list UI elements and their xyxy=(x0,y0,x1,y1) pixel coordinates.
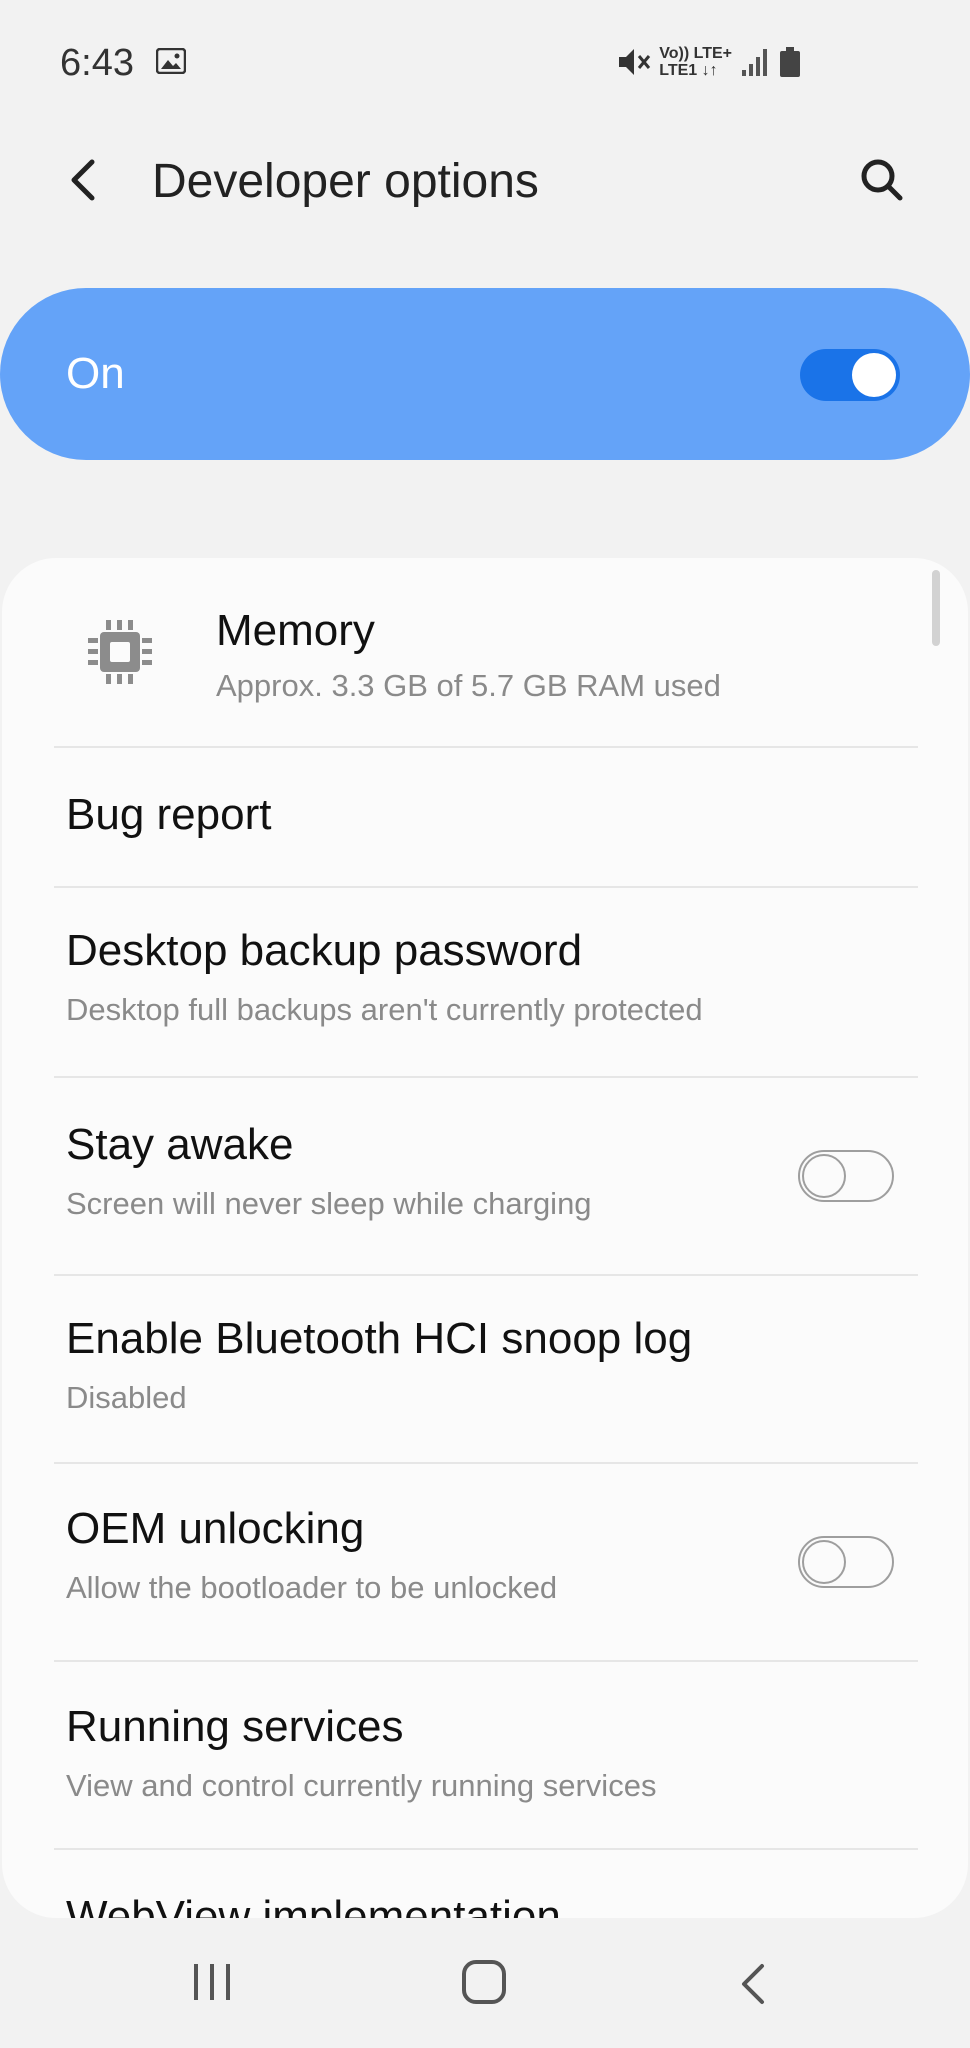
setting-webview-implementation[interactable]: WebView implementation xyxy=(2,1850,968,1918)
setting-subtitle: Approx. 3.3 GB of 5.7 GB RAM used xyxy=(216,668,721,703)
back-icon[interactable] xyxy=(738,1960,768,2008)
setting-title: Memory xyxy=(216,606,375,655)
master-switch-label: On xyxy=(66,349,125,398)
setting-subtitle: Screen will never sleep while charging xyxy=(66,1186,592,1221)
scrollbar[interactable] xyxy=(932,570,940,646)
toggle-knob xyxy=(852,353,896,397)
toggle-knob xyxy=(802,1154,846,1198)
master-toggle[interactable] xyxy=(800,349,900,401)
back-arrow-icon[interactable] xyxy=(62,150,102,210)
setting-stay-awake[interactable]: Stay awake Screen will never sleep while… xyxy=(2,1078,968,1276)
gallery-icon xyxy=(156,48,186,74)
recents-icon[interactable] xyxy=(190,1960,234,2004)
setting-title: Stay awake xyxy=(66,1120,294,1169)
settings-list[interactable]: Memory Approx. 3.3 GB of 5.7 GB RAM used… xyxy=(2,558,968,1918)
setting-subtitle: Desktop full backups aren't currently pr… xyxy=(66,992,703,1027)
search-icon[interactable] xyxy=(856,154,908,206)
setting-subtitle: View and control currently running servi… xyxy=(66,1768,657,1803)
setting-title: Running services xyxy=(66,1702,404,1751)
setting-bluetooth-hci-snoop-log[interactable]: Enable Bluetooth HCI snoop log Disabled xyxy=(2,1276,968,1464)
stay-awake-toggle[interactable] xyxy=(798,1150,894,1202)
developer-options-master-switch[interactable]: On xyxy=(0,288,970,460)
setting-title: Bug report xyxy=(66,790,272,839)
chip-icon xyxy=(88,620,152,684)
setting-running-services[interactable]: Running services View and control curren… xyxy=(2,1662,968,1850)
setting-title: OEM unlocking xyxy=(66,1504,365,1553)
setting-desktop-backup-password[interactable]: Desktop backup password Desktop full bac… xyxy=(2,888,968,1078)
setting-title: WebView implementation xyxy=(66,1892,561,1918)
mute-icon xyxy=(619,49,651,75)
setting-subtitle: Disabled xyxy=(66,1380,187,1415)
status-bar: 6:43 Vo)) LTE+ LTE1 ↓↑ xyxy=(0,0,970,120)
setting-subtitle: Allow the bootloader to be unlocked xyxy=(66,1570,558,1605)
home-icon[interactable] xyxy=(460,1958,508,2006)
battery-icon xyxy=(780,47,800,77)
setting-title: Enable Bluetooth HCI snoop log xyxy=(66,1314,693,1363)
page-title: Developer options xyxy=(152,155,539,208)
signal-icon xyxy=(742,49,767,76)
setting-bug-report[interactable]: Bug report xyxy=(2,748,968,888)
setting-memory[interactable]: Memory Approx. 3.3 GB of 5.7 GB RAM used xyxy=(2,558,968,748)
setting-title: Desktop backup password xyxy=(66,926,583,975)
setting-oem-unlocking[interactable]: OEM unlocking Allow the bootloader to be… xyxy=(2,1464,968,1662)
status-time: 6:43 xyxy=(60,42,134,84)
network-indicator: Vo)) LTE+ LTE1 ↓↑ xyxy=(659,45,732,79)
network-bottom: LTE1 ↓↑ xyxy=(659,62,718,79)
network-top: Vo)) LTE+ xyxy=(659,45,732,62)
navigation-bar xyxy=(0,1918,970,2048)
oem-unlocking-toggle[interactable] xyxy=(798,1536,894,1588)
status-icons: Vo)) LTE+ LTE1 ↓↑ xyxy=(617,42,802,82)
toggle-knob xyxy=(802,1540,846,1584)
